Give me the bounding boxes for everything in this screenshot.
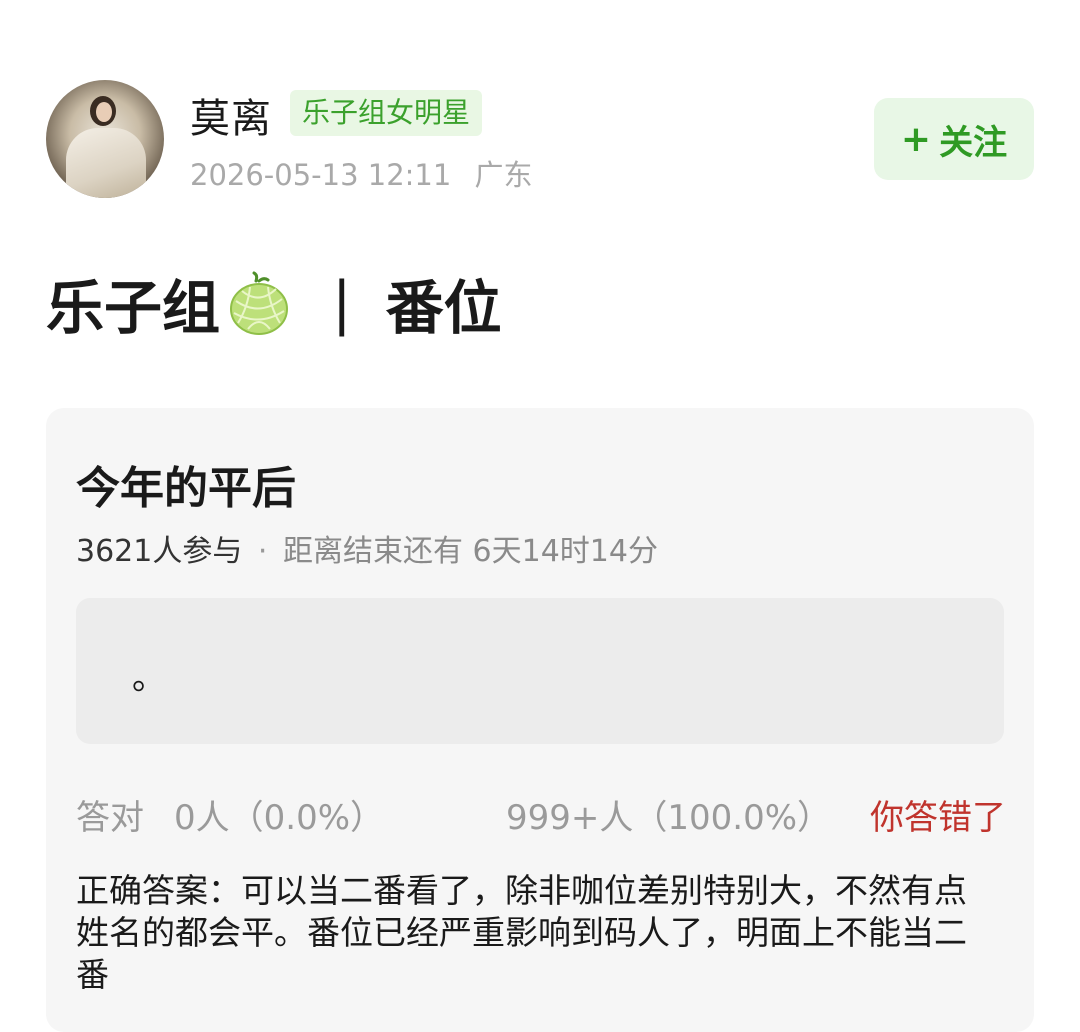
headline-part1: 乐子组 [46, 274, 221, 342]
wrong-count: 999+人（100.0%） [506, 798, 832, 838]
quiz-stats: 3621人参与 · 距离结束还有 6天14时14分 [76, 526, 658, 570]
quiz-participants: 3621人参与 [76, 534, 243, 569]
headline-part2: 番位 [385, 274, 502, 342]
post-timestamp: 2026-05-13 12:11 [190, 158, 452, 192]
wrong-answer-label: 你答错了 [870, 798, 1006, 838]
headline-separator: | [332, 269, 352, 337]
plus-icon: + [900, 118, 932, 160]
correct-count: 0人（0.0%） [174, 798, 385, 838]
post-meta: 2026-05-13 12:11 广东 [190, 152, 533, 194]
quiz-results: 答对 0人（0.0%） 999+人（100.0%） 你答错了 [76, 790, 1006, 840]
quiz-card: 今年的平后 3621人参与 · 距离结束还有 6天14时14分 。 答对 0人（… [46, 408, 1034, 1032]
avatar-figure-dress [66, 128, 146, 198]
stats-separator: · [257, 534, 268, 569]
correct-label: 答对 [76, 798, 144, 838]
quiz-countdown: 距离结束还有 6天14时14分 [283, 534, 658, 569]
post-headline: 乐子组 | 番位 [46, 266, 502, 342]
quiz-title: 今年的平后 [76, 463, 296, 514]
avatar[interactable] [46, 80, 164, 198]
follow-label: 关注 [939, 122, 1008, 163]
answer-option[interactable]: 。 [76, 598, 1004, 744]
user-badge: 乐子组女明星 [290, 90, 483, 136]
username[interactable]: 莫离 [190, 86, 272, 144]
answer-option-text: 。 [132, 658, 166, 698]
post-location: 广东 [474, 158, 533, 192]
melon-icon [228, 271, 290, 335]
avatar-figure-face [96, 102, 112, 122]
correct-answer-explanation: 正确答案：可以当二番看了，除非咖位差别特别大，不然有点姓名的都会平。番位已经严重… [76, 871, 967, 994]
follow-button[interactable]: + 关注 [874, 98, 1034, 180]
